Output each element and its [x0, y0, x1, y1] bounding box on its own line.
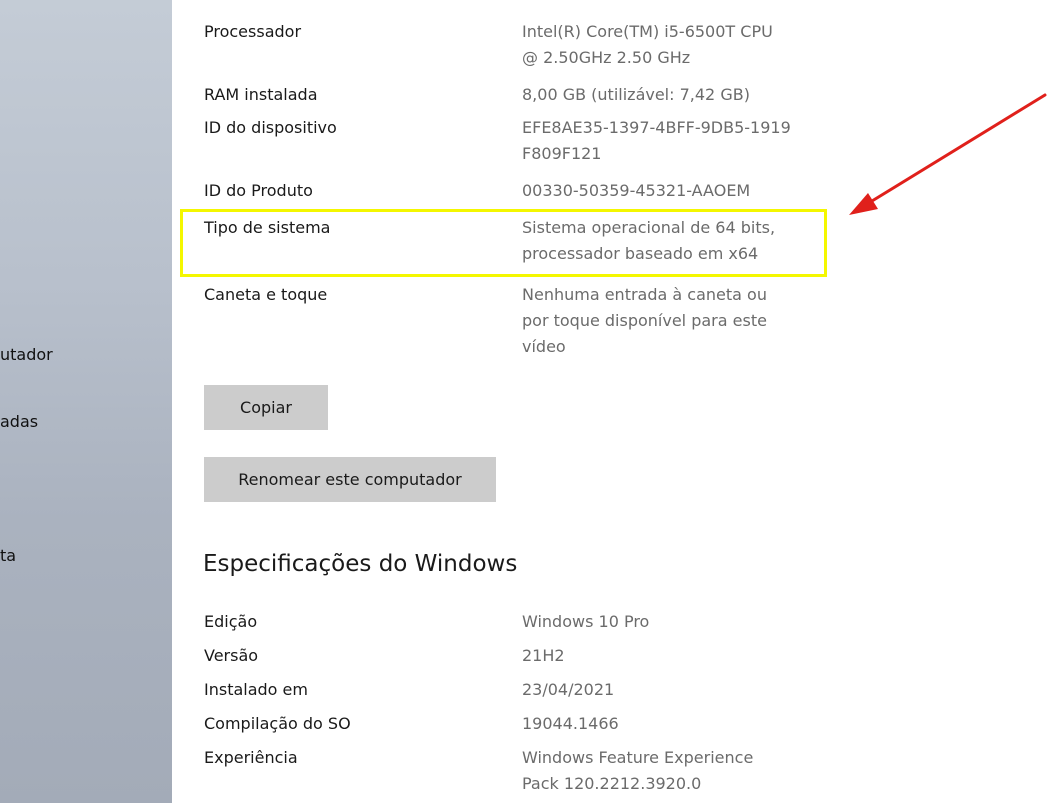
spec-label: Versão: [204, 646, 259, 665]
sidebar-item-other[interactable]: ta: [0, 544, 16, 568]
sidebar-item-related[interactable]: adas: [0, 410, 38, 434]
spec-value: Windows Feature Experience Pack 120.2212…: [522, 748, 754, 793]
rename-pc-button[interactable]: Renomear este computador: [204, 457, 496, 502]
spec-label: ID do dispositivo: [204, 118, 337, 137]
spec-label: Caneta e toque: [204, 285, 328, 304]
spec-value: Nenhuma entrada à caneta ou por toque di…: [522, 285, 767, 356]
spec-value: 19044.1466: [522, 714, 619, 733]
spec-value: 8,00 GB (utilizável: 7,42 GB): [522, 85, 750, 104]
spec-value: EFE8AE35-1397-4BFF-9DB5-1919 F809F121: [522, 118, 791, 163]
spec-label: Compilação do SO: [204, 714, 351, 733]
spec-label: Experiência: [204, 748, 298, 767]
copy-button[interactable]: Copiar: [204, 385, 328, 430]
spec-value: Intel(R) Core(TM) i5-6500T CPU @ 2.50GHz…: [522, 22, 773, 67]
spec-label: Instalado em: [204, 680, 308, 699]
sidebar-item-computer[interactable]: utador: [0, 343, 53, 367]
spec-label: Processador: [204, 22, 302, 41]
windows-specs-title: Especificações do Windows: [203, 551, 518, 577]
spec-label: ID do Produto: [204, 181, 313, 200]
spec-value: Windows 10 Pro: [522, 612, 650, 631]
spec-label: RAM instalada: [204, 85, 318, 104]
highlight-box: [180, 209, 827, 277]
spec-value: 21H2: [522, 646, 565, 665]
spec-label: Edição: [204, 612, 258, 631]
spec-value: 23/04/2021: [522, 680, 615, 699]
spec-value: 00330-50359-45321-AAOEM: [522, 181, 751, 200]
settings-sidebar: utador adas ta: [0, 0, 172, 803]
